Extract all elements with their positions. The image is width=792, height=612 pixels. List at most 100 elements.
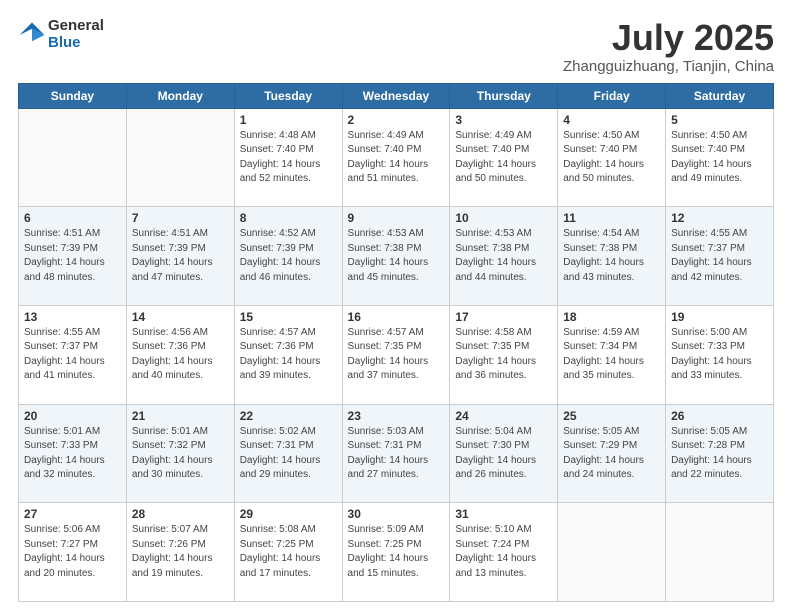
calendar-day-cell: 24 Sunrise: 5:04 AM Sunset: 7:30 PM Dayli… (450, 404, 558, 503)
day-info: Sunrise: 4:55 AM Sunset: 7:37 PM Dayligh… (671, 227, 768, 285)
calendar-day-cell (19, 108, 127, 207)
day-info: Sunrise: 4:50 AM Sunset: 7:40 PM Dayligh… (671, 129, 768, 187)
day-info: Sunrise: 4:49 AM Sunset: 7:40 PM Dayligh… (455, 129, 552, 187)
calendar-day-cell: 2 Sunrise: 4:49 AM Sunset: 7:40 PM Daylig… (342, 108, 450, 207)
title-block: July 2025 Zhangguizhuang, Tianjin, China (563, 18, 774, 75)
calendar-day-cell: 18 Sunrise: 4:59 AM Sunset: 7:34 PM Dayli… (558, 305, 666, 404)
calendar-day-cell: 4 Sunrise: 4:50 AM Sunset: 7:40 PM Daylig… (558, 108, 666, 207)
calendar-day-cell: 29Sunrise: 5:08 AM Sunset: 7:25 PM Dayli… (234, 503, 342, 602)
day-info: Sunrise: 5:05 AM Sunset: 7:29 PM Dayligh… (563, 425, 660, 483)
day-info: Sunrise: 4:54 AM Sunset: 7:38 PM Dayligh… (563, 227, 660, 285)
calendar-day-cell: 11Sunrise: 4:54 AM Sunset: 7:38 PM Dayli… (558, 207, 666, 306)
day-info: Sunrise: 4:49 AM Sunset: 7:40 PM Dayligh… (348, 129, 445, 187)
day-number: 21 (132, 409, 229, 423)
calendar-day-cell: 27 Sunrise: 5:06 AM Sunset: 7:27 PM Dayli… (19, 503, 127, 602)
calendar-day-cell: 5 Sunrise: 4:50 AM Sunset: 7:40 PM Daylig… (666, 108, 774, 207)
logo-icon (18, 21, 46, 49)
day-number: 15 (240, 310, 337, 324)
calendar-weekday-header: Sunday (19, 83, 127, 108)
calendar-day-cell: 21 Sunrise: 5:01 AM Sunset: 7:32 PM Dayli… (126, 404, 234, 503)
logo-general: General (48, 18, 104, 35)
calendar-day-cell: 1Sunrise: 4:48 AM Sunset: 7:40 PM Daylig… (234, 108, 342, 207)
calendar-weekday-header: Thursday (450, 83, 558, 108)
day-info: Sunrise: 4:59 AM Sunset: 7:34 PM Dayligh… (563, 326, 660, 384)
day-number: 16 (348, 310, 445, 324)
calendar-day-cell (558, 503, 666, 602)
day-number: 8 (240, 211, 337, 225)
calendar-day-cell: 28Sunrise: 5:07 AM Sunset: 7:26 PM Dayli… (126, 503, 234, 602)
calendar-day-cell: 6Sunrise: 4:51 AM Sunset: 7:39 PM Daylig… (19, 207, 127, 306)
day-number: 9 (348, 211, 445, 225)
day-info: Sunrise: 5:02 AM Sunset: 7:31 PM Dayligh… (240, 425, 337, 483)
calendar-week-row: 20 Sunrise: 5:01 AM Sunset: 7:33 PM Dayli… (19, 404, 774, 503)
day-number: 7 (132, 211, 229, 225)
day-number: 27 (24, 507, 121, 521)
calendar-day-cell: 20 Sunrise: 5:01 AM Sunset: 7:33 PM Dayli… (19, 404, 127, 503)
calendar-day-cell: 9 Sunrise: 4:53 AM Sunset: 7:38 PM Daylig… (342, 207, 450, 306)
header: General Blue July 2025 Zhangguizhuang, T… (18, 18, 774, 75)
day-number: 4 (563, 113, 660, 127)
day-info: Sunrise: 5:10 AM Sunset: 7:24 PM Dayligh… (455, 523, 552, 581)
day-number: 12 (671, 211, 768, 225)
title-month: July 2025 (563, 18, 774, 58)
calendar-day-cell: 23 Sunrise: 5:03 AM Sunset: 7:31 PM Dayli… (342, 404, 450, 503)
calendar-header-row: SundayMondayTuesdayWednesdayThursdayFrid… (19, 83, 774, 108)
day-info: Sunrise: 4:53 AM Sunset: 7:38 PM Dayligh… (348, 227, 445, 285)
day-info: Sunrise: 5:01 AM Sunset: 7:33 PM Dayligh… (24, 425, 121, 483)
day-info: Sunrise: 5:00 AM Sunset: 7:33 PM Dayligh… (671, 326, 768, 384)
calendar-weekday-header: Wednesday (342, 83, 450, 108)
day-number: 5 (671, 113, 768, 127)
page: General Blue July 2025 Zhangguizhuang, T… (0, 0, 792, 612)
calendar-day-cell: 8 Sunrise: 4:52 AM Sunset: 7:39 PM Daylig… (234, 207, 342, 306)
day-info: Sunrise: 5:04 AM Sunset: 7:30 PM Dayligh… (455, 425, 552, 483)
day-number: 13 (24, 310, 121, 324)
day-number: 29 (240, 507, 337, 521)
day-number: 1 (240, 113, 337, 127)
title-location: Zhangguizhuang, Tianjin, China (563, 58, 774, 75)
day-info: Sunrise: 4:52 AM Sunset: 7:39 PM Dayligh… (240, 227, 337, 285)
day-info: Sunrise: 5:09 AM Sunset: 7:25 PM Dayligh… (348, 523, 445, 581)
day-number: 3 (455, 113, 552, 127)
day-info: Sunrise: 4:57 AM Sunset: 7:35 PM Dayligh… (348, 326, 445, 384)
calendar-day-cell: 26Sunrise: 5:05 AM Sunset: 7:28 PM Dayli… (666, 404, 774, 503)
day-info: Sunrise: 5:06 AM Sunset: 7:27 PM Dayligh… (24, 523, 121, 581)
calendar-weekday-header: Saturday (666, 83, 774, 108)
day-info: Sunrise: 5:03 AM Sunset: 7:31 PM Dayligh… (348, 425, 445, 483)
day-info: Sunrise: 4:50 AM Sunset: 7:40 PM Dayligh… (563, 129, 660, 187)
day-info: Sunrise: 4:57 AM Sunset: 7:36 PM Dayligh… (240, 326, 337, 384)
calendar-day-cell: 16 Sunrise: 4:57 AM Sunset: 7:35 PM Dayli… (342, 305, 450, 404)
day-number: 20 (24, 409, 121, 423)
day-number: 23 (348, 409, 445, 423)
calendar-day-cell: 31 Sunrise: 5:10 AM Sunset: 7:24 PM Dayli… (450, 503, 558, 602)
day-number: 18 (563, 310, 660, 324)
logo: General Blue (18, 18, 104, 51)
day-number: 17 (455, 310, 552, 324)
calendar-day-cell (666, 503, 774, 602)
calendar-weekday-header: Tuesday (234, 83, 342, 108)
logo-text: General Blue (48, 18, 104, 51)
day-info: Sunrise: 5:01 AM Sunset: 7:32 PM Dayligh… (132, 425, 229, 483)
day-number: 31 (455, 507, 552, 521)
day-number: 14 (132, 310, 229, 324)
calendar-day-cell: 7Sunrise: 4:51 AM Sunset: 7:39 PM Daylig… (126, 207, 234, 306)
calendar-day-cell: 22 Sunrise: 5:02 AM Sunset: 7:31 PM Dayli… (234, 404, 342, 503)
day-info: Sunrise: 4:58 AM Sunset: 7:35 PM Dayligh… (455, 326, 552, 384)
day-number: 19 (671, 310, 768, 324)
calendar-day-cell: 3 Sunrise: 4:49 AM Sunset: 7:40 PM Daylig… (450, 108, 558, 207)
calendar-table: SundayMondayTuesdayWednesdayThursdayFrid… (18, 83, 774, 602)
day-number: 2 (348, 113, 445, 127)
day-number: 22 (240, 409, 337, 423)
calendar-week-row: 27 Sunrise: 5:06 AM Sunset: 7:27 PM Dayli… (19, 503, 774, 602)
day-info: Sunrise: 4:55 AM Sunset: 7:37 PM Dayligh… (24, 326, 121, 384)
day-number: 30 (348, 507, 445, 521)
calendar-day-cell: 13 Sunrise: 4:55 AM Sunset: 7:37 PM Dayli… (19, 305, 127, 404)
logo-blue: Blue (48, 35, 104, 52)
day-number: 24 (455, 409, 552, 423)
calendar-weekday-header: Monday (126, 83, 234, 108)
calendar-day-cell: 10Sunrise: 4:53 AM Sunset: 7:38 PM Dayli… (450, 207, 558, 306)
day-info: Sunrise: 4:56 AM Sunset: 7:36 PM Dayligh… (132, 326, 229, 384)
calendar-day-cell: 15 Sunrise: 4:57 AM Sunset: 7:36 PM Dayli… (234, 305, 342, 404)
calendar-day-cell: 19 Sunrise: 5:00 AM Sunset: 7:33 PM Dayli… (666, 305, 774, 404)
day-number: 28 (132, 507, 229, 521)
calendar-day-cell: 14 Sunrise: 4:56 AM Sunset: 7:36 PM Dayli… (126, 305, 234, 404)
